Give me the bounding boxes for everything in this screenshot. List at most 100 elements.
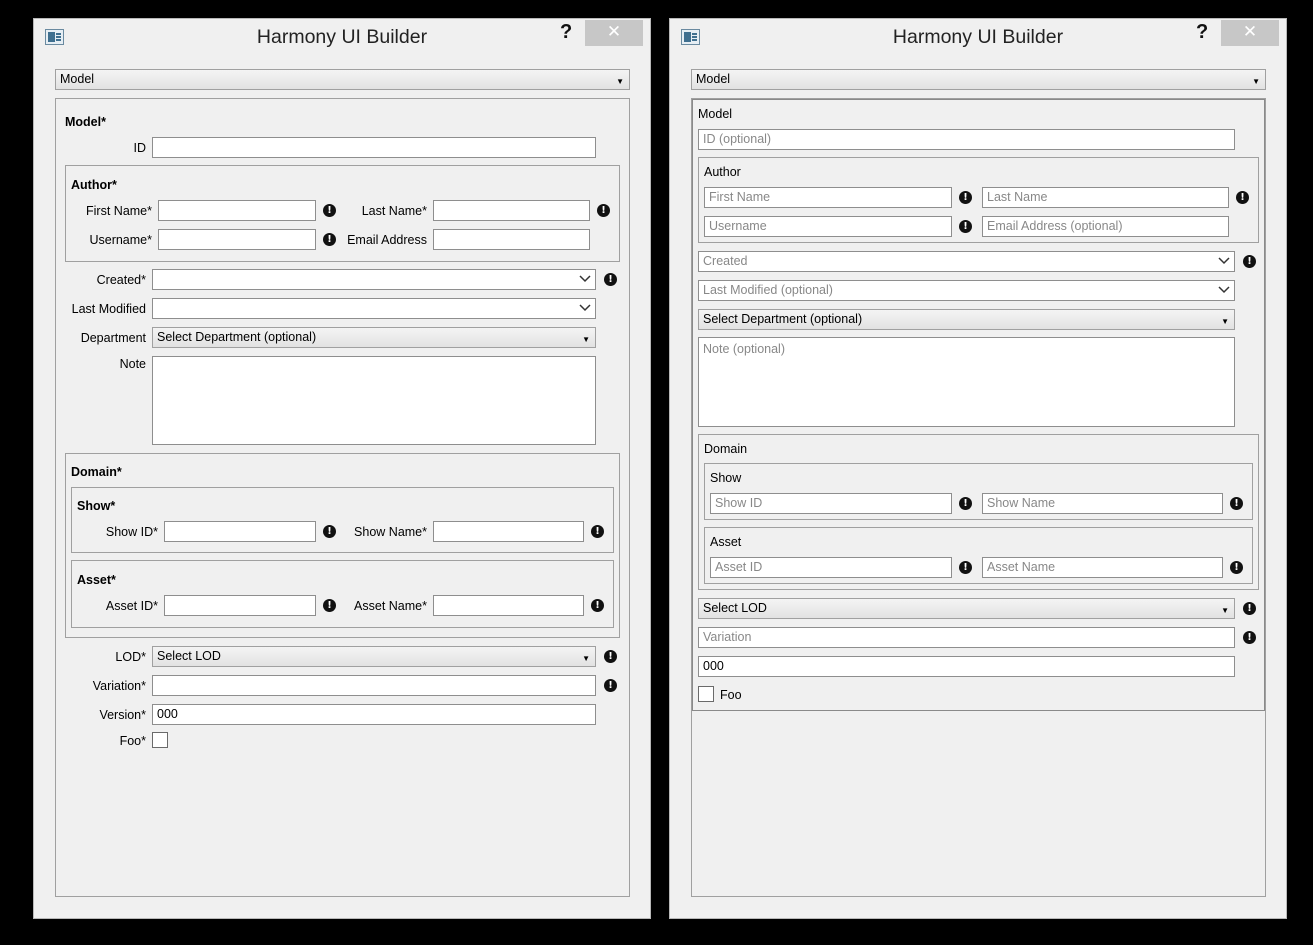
warning-icon: ! (959, 497, 972, 510)
last-modified-datetime-picker[interactable]: Last Modified (optional) (698, 280, 1235, 301)
username-label: Username* (89, 233, 152, 247)
domain-section-title: Domain* (71, 465, 122, 479)
warning-icon: ! (959, 191, 972, 204)
asset-name-input[interactable]: Asset Name (982, 557, 1223, 578)
asset-section-title: Asset (710, 535, 742, 549)
show-name-input[interactable] (433, 521, 584, 542)
window-title: Harmony UI Builder (892, 26, 1064, 48)
id-label: ID (133, 141, 147, 155)
dropdown-arrow-icon: ▼ (582, 654, 590, 663)
dropdown-arrow-icon: ▼ (1221, 317, 1229, 326)
last-name-input[interactable]: Last Name (982, 187, 1229, 208)
warning-icon: ! (1243, 255, 1256, 268)
username-input[interactable]: Username (704, 216, 952, 237)
show-group (71, 487, 614, 553)
last-name-label: Last Name* (361, 204, 427, 218)
dropdown-arrow-icon: ▼ (582, 335, 590, 344)
warning-icon: ! (591, 525, 604, 538)
chevron-down-icon (1218, 286, 1230, 294)
show-section-title: Show (710, 471, 742, 485)
chevron-down-icon (1218, 257, 1230, 265)
lod-dropdown[interactable]: Select LOD ▼ (698, 598, 1235, 619)
asset-id-input[interactable]: Asset ID (710, 557, 952, 578)
help-button[interactable]: ? (560, 21, 572, 44)
warning-icon: ! (604, 273, 617, 286)
author-section-title: Author* (71, 178, 117, 192)
asset-group (71, 560, 614, 628)
department-dropdown[interactable]: Select Department (optional) ▼ (152, 327, 596, 348)
model-type-selector[interactable]: Model ▼ (691, 69, 1266, 90)
help-button[interactable]: ? (1196, 21, 1208, 44)
title-bar: Harmony UI Builder ? ✕ (670, 19, 1286, 55)
warning-icon: ! (1243, 631, 1256, 644)
warning-icon: ! (959, 561, 972, 574)
version-input[interactable]: 000 (698, 656, 1235, 677)
dropdown-arrow-icon: ▼ (1252, 77, 1260, 86)
variation-label: Variation* (92, 679, 146, 693)
show-section-title: Show* (77, 499, 116, 513)
warning-icon: ! (604, 679, 617, 692)
asset-name-label: Asset Name* (354, 599, 427, 613)
author-section-title: Author (704, 165, 741, 179)
variation-input[interactable] (152, 675, 596, 696)
created-datetime-picker[interactable]: Created (698, 251, 1235, 272)
first-name-label: First Name* (86, 204, 152, 218)
created-datetime-picker[interactable] (152, 269, 596, 290)
model-section-title: Model* (65, 115, 106, 129)
variation-input[interactable]: Variation (698, 627, 1235, 648)
note-textarea[interactable]: Note (optional) (698, 337, 1235, 427)
show-id-label: Show ID* (105, 525, 158, 539)
warning-icon: ! (1236, 191, 1249, 204)
foo-checkbox[interactable] (152, 732, 168, 748)
last-name-input[interactable] (433, 200, 590, 221)
show-id-input[interactable]: Show ID (710, 493, 952, 514)
close-button[interactable]: ✕ (1221, 20, 1279, 46)
lod-dropdown[interactable]: Select LOD ▼ (152, 646, 596, 667)
foo-label: Foo* (119, 734, 146, 748)
created-label: Created* (96, 273, 146, 287)
model-type-selector[interactable]: Model ▼ (55, 69, 630, 90)
email-label: Email Address (347, 233, 427, 247)
warning-icon: ! (959, 220, 972, 233)
username-input[interactable] (158, 229, 316, 250)
show-name-input[interactable]: Show Name (982, 493, 1223, 514)
warning-icon: ! (1243, 602, 1256, 615)
dropdown-arrow-icon: ▼ (1221, 606, 1229, 615)
left-dialog-window: Harmony UI Builder ? ✕ Model ▼ Model* ID … (33, 18, 651, 919)
id-input[interactable] (152, 137, 596, 158)
lod-label: LOD* (115, 650, 146, 664)
dropdown-arrow-icon: ▼ (616, 77, 624, 86)
close-button[interactable]: ✕ (585, 20, 643, 46)
warning-icon: ! (591, 599, 604, 612)
foo-checkbox[interactable] (698, 686, 714, 702)
first-name-input[interactable]: First Name (704, 187, 952, 208)
asset-id-input[interactable] (164, 595, 316, 616)
department-label: Department (80, 331, 146, 345)
asset-section-title: Asset* (77, 573, 116, 587)
email-input[interactable]: Email Address (optional) (982, 216, 1229, 237)
domain-section-title: Domain (704, 442, 748, 456)
note-textarea[interactable] (152, 356, 596, 445)
show-name-label: Show Name* (354, 525, 427, 539)
email-input[interactable] (433, 229, 590, 250)
right-dialog-window: Harmony UI Builder ? ✕ Model ▼ Model ID (… (669, 18, 1287, 919)
note-label: Note (119, 357, 146, 371)
version-input[interactable]: 000 (152, 704, 596, 725)
window-title: Harmony UI Builder (256, 26, 428, 48)
id-input[interactable]: ID (optional) (698, 129, 1235, 150)
warning-icon: ! (1230, 497, 1243, 510)
department-dropdown[interactable]: Select Department (optional) ▼ (698, 309, 1235, 330)
foo-label: Foo (720, 688, 742, 702)
asset-name-input[interactable] (433, 595, 584, 616)
last-modified-label: Last Modified (71, 302, 146, 316)
title-bar: Harmony UI Builder ? ✕ (34, 19, 650, 55)
warning-icon: ! (1230, 561, 1243, 574)
chevron-down-icon (579, 275, 591, 283)
warning-icon: ! (604, 650, 617, 663)
show-id-input[interactable] (164, 521, 316, 542)
model-section-title: Model (698, 107, 733, 121)
asset-id-label: Asset ID* (105, 599, 158, 613)
warning-icon: ! (597, 204, 610, 217)
first-name-input[interactable] (158, 200, 316, 221)
last-modified-datetime-picker[interactable] (152, 298, 596, 319)
